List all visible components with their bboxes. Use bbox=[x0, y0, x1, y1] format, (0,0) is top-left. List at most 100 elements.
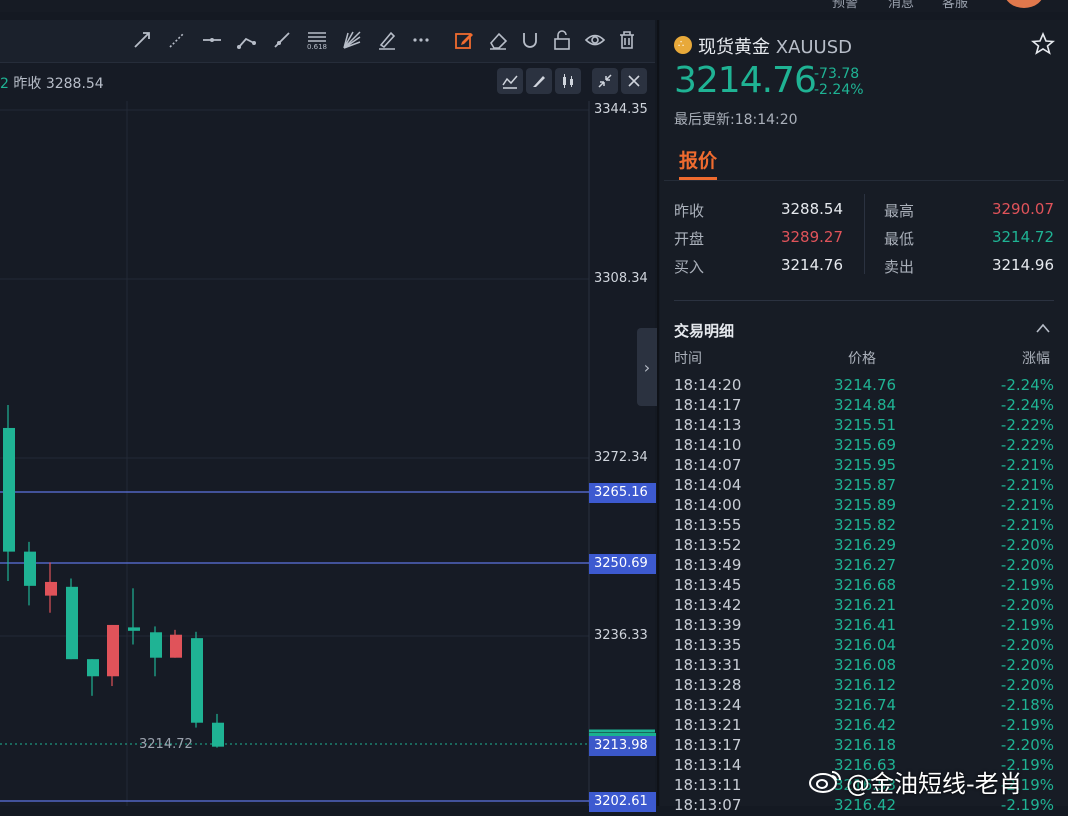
trade-price: 3216.74 bbox=[834, 696, 897, 714]
svg-text:0.618: 0.618 bbox=[307, 43, 327, 51]
eye-icon[interactable] bbox=[584, 29, 606, 51]
header-time: 时间 bbox=[674, 351, 702, 367]
magnet-icon[interactable] bbox=[519, 29, 541, 51]
trade-price: 3216.27 bbox=[834, 556, 897, 574]
list-item: 18:14:00 3215.89 -2.21% bbox=[674, 496, 1054, 516]
brush-icon[interactable] bbox=[376, 29, 398, 51]
trade-time: 18:14:00 bbox=[674, 496, 742, 514]
prev-close-label: 昨收 bbox=[674, 202, 705, 220]
eraser-icon[interactable] bbox=[487, 29, 509, 51]
trade-change: -2.19% bbox=[1000, 576, 1054, 594]
change-percent: -2.24% bbox=[814, 82, 864, 98]
trade-time: 18:14:04 bbox=[674, 476, 742, 494]
chart-draw-button[interactable] bbox=[526, 68, 552, 94]
trade-price: 3216.04 bbox=[834, 636, 897, 654]
trade-change: -2.21% bbox=[1000, 516, 1054, 534]
trade-price: 3214.84 bbox=[834, 396, 897, 414]
trade-change: -2.19% bbox=[1000, 716, 1054, 734]
last-updated: 最后更新:18:14:20 bbox=[674, 112, 798, 128]
candle-body bbox=[191, 638, 203, 723]
trade-change: -2.21% bbox=[1000, 496, 1054, 514]
list-item: 18:13:45 3216.68 -2.19% bbox=[674, 576, 1054, 596]
collapse-icon[interactable] bbox=[592, 68, 618, 94]
nav-messages[interactable]: 消息 bbox=[888, 0, 914, 11]
segment-icon[interactable] bbox=[271, 29, 293, 51]
trade-price: 3216.08 bbox=[834, 656, 897, 674]
list-item: 18:13:49 3216.27 -2.20% bbox=[674, 556, 1054, 576]
hline-tag-1[interactable]: 3265.16 bbox=[589, 483, 656, 503]
open-label: 开盘 bbox=[674, 230, 705, 248]
candle-body bbox=[170, 634, 182, 658]
trade-change: -2.20% bbox=[1000, 556, 1054, 574]
chevron-up-icon[interactable] bbox=[1036, 322, 1050, 334]
edit-mode-icon[interactable] bbox=[453, 29, 475, 51]
list-item: 18:13:07 3216.42 -2.19% bbox=[674, 796, 1054, 816]
trade-time: 18:13:14 bbox=[674, 756, 742, 774]
trade-price: 3216.18 bbox=[834, 736, 897, 754]
trade-price: 3215.51 bbox=[834, 416, 897, 434]
trade-time: 18:14:07 bbox=[674, 456, 742, 474]
chart-type-line-button[interactable] bbox=[497, 68, 523, 94]
candlestick-canvas[interactable] bbox=[0, 63, 655, 806]
chart-candles-button[interactable] bbox=[555, 68, 581, 94]
list-item: 18:14:07 3215.95 -2.21% bbox=[674, 456, 1054, 476]
open-value: 3289.27 bbox=[780, 228, 843, 246]
hline-tag-2[interactable]: 3250.69 bbox=[589, 554, 656, 574]
chevron-right-icon: › bbox=[643, 357, 651, 377]
hline-tag-3[interactable]: 3202.61 bbox=[589, 792, 656, 812]
trade-change: -2.20% bbox=[1000, 736, 1054, 754]
low-price-marker: 3214.72 bbox=[139, 737, 193, 752]
fibonacci-icon[interactable]: 0.618 bbox=[306, 29, 328, 51]
trade-change: -2.20% bbox=[1000, 636, 1054, 654]
fan-icon[interactable] bbox=[341, 29, 363, 51]
trade-change: -2.20% bbox=[1000, 596, 1054, 614]
axis-label-4: 3236.33 bbox=[594, 628, 648, 643]
dashed-line-icon[interactable] bbox=[166, 29, 188, 51]
ray-line-icon[interactable] bbox=[131, 29, 153, 51]
tab-divider bbox=[664, 180, 1064, 181]
close-icon[interactable] bbox=[621, 68, 647, 94]
favorite-star-icon[interactable] bbox=[1031, 32, 1055, 56]
axis-label-1: 3344.35 bbox=[594, 102, 648, 117]
trade-time: 18:13:52 bbox=[674, 536, 742, 554]
nav-alerts[interactable]: 预警 bbox=[832, 0, 858, 11]
trade-price: 3215.95 bbox=[834, 456, 897, 474]
tab-quote[interactable]: 报价 bbox=[679, 146, 717, 173]
trade-change: -2.18% bbox=[1000, 696, 1054, 714]
lock-icon[interactable] bbox=[551, 29, 573, 51]
trade-change: -2.20% bbox=[1000, 676, 1054, 694]
trade-change: -2.21% bbox=[1000, 476, 1054, 494]
trade-change: -2.20% bbox=[1000, 536, 1054, 554]
bid-label: 买入 bbox=[674, 258, 705, 276]
candle-body bbox=[107, 624, 119, 677]
trade-time: 18:14:13 bbox=[674, 416, 742, 434]
price-chart[interactable] bbox=[0, 63, 655, 806]
chart-prev-close: 2 昨收 3288.54 bbox=[0, 76, 104, 92]
expand-panel-handle[interactable]: › bbox=[637, 328, 657, 406]
trade-change: -2.22% bbox=[1000, 436, 1054, 454]
trade-change: -2.22% bbox=[1000, 416, 1054, 434]
list-item: 18:13:28 3216.12 -2.20% bbox=[674, 676, 1054, 696]
trend-segment-icon[interactable] bbox=[236, 29, 258, 51]
top-nav: 预警 消息 客服 bbox=[0, 0, 1068, 12]
trade-time: 18:13:49 bbox=[674, 556, 742, 574]
trash-icon[interactable] bbox=[616, 29, 638, 51]
trade-time: 18:13:39 bbox=[674, 616, 742, 634]
list-item: 18:13:35 3216.04 -2.20% bbox=[674, 636, 1054, 656]
trade-time: 18:13:31 bbox=[674, 656, 742, 674]
more-icon[interactable] bbox=[410, 29, 432, 51]
header-change: 涨幅 bbox=[1022, 351, 1050, 367]
list-item: 18:13:24 3216.74 -2.18% bbox=[674, 696, 1054, 716]
trade-change: -2.24% bbox=[1000, 376, 1054, 394]
last-price: 3214.76 bbox=[674, 60, 817, 101]
candle-body bbox=[87, 659, 99, 677]
panel-divider[interactable] bbox=[657, 20, 659, 806]
candle-body bbox=[128, 627, 140, 631]
candle-body bbox=[45, 581, 57, 596]
nav-support[interactable]: 客服 bbox=[942, 0, 968, 11]
avatar[interactable] bbox=[1004, 0, 1044, 8]
horizontal-line-icon[interactable] bbox=[201, 29, 223, 51]
list-item: 18:13:55 3215.82 -2.21% bbox=[674, 516, 1054, 536]
quote-column-divider bbox=[864, 194, 865, 274]
list-item: 18:14:10 3215.69 -2.22% bbox=[674, 436, 1054, 456]
